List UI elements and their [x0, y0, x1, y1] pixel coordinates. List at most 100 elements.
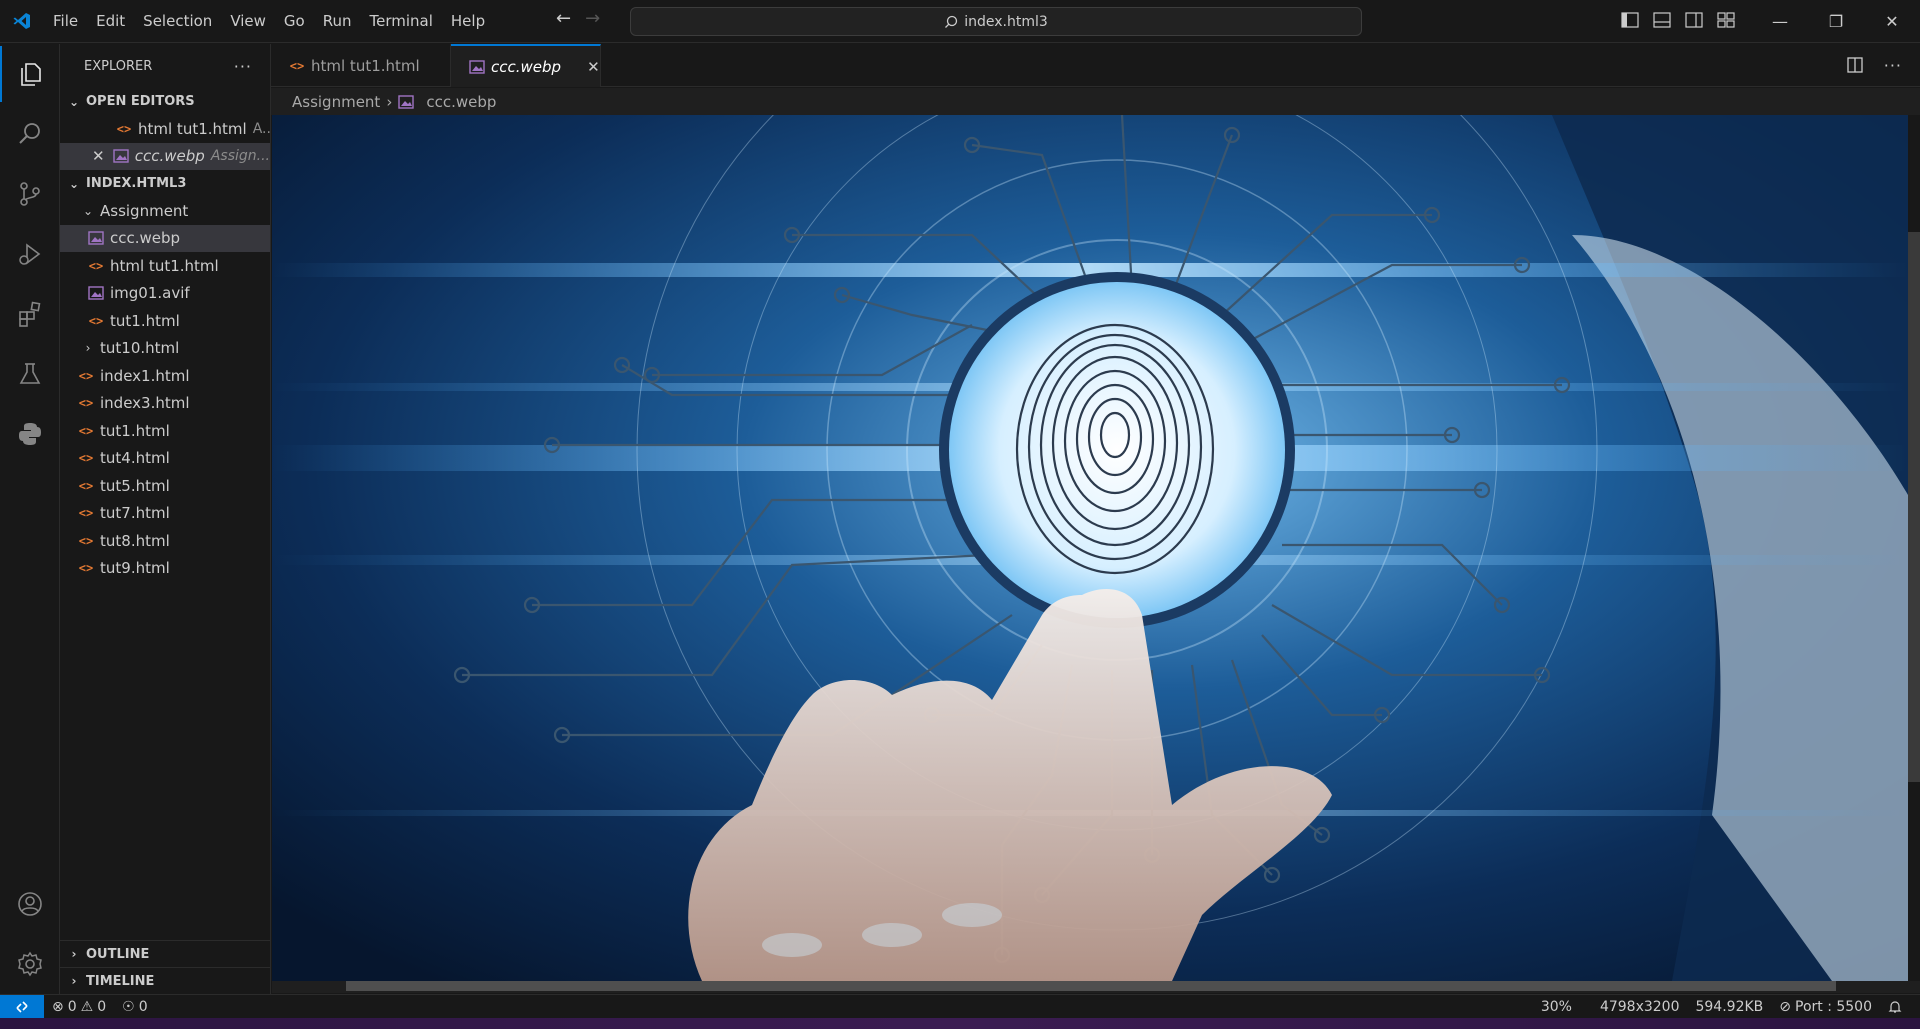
menu-run[interactable]: Run — [314, 0, 361, 43]
close-tab-icon[interactable]: ✕ — [587, 58, 600, 76]
vertical-scrollbar[interactable] — [1908, 232, 1920, 782]
html-file-icon: <> — [78, 506, 94, 521]
customize-layout-icon[interactable] — [1716, 10, 1736, 30]
activity-bar — [0, 44, 60, 994]
toggle-primary-sidebar-icon[interactable] — [1620, 10, 1640, 30]
open-editor-item-active[interactable]: ✕ ccc.webp Assign... — [60, 142, 270, 170]
ports-indicator[interactable]: ☉ 0 — [114, 999, 155, 1015]
file-item[interactable]: <> index3.html — [60, 390, 270, 418]
problems-indicator[interactable]: ⊗ 0 ⚠ 0 — [44, 999, 114, 1015]
status-bar: ⊗ 0 ⚠ 0 ☉ 0 30% 4798x3200 594.92KB ⊘ Por… — [0, 994, 1920, 1019]
command-center[interactable]: index.html3 — [630, 7, 1362, 36]
testing-icon[interactable] — [0, 346, 60, 402]
fingerprint-image — [272, 115, 1908, 981]
menu-bar: File Edit Selection View Go Run Terminal… — [44, 0, 494, 43]
vscode-logo-icon — [0, 0, 44, 43]
image-file-icon — [88, 285, 104, 301]
file-item[interactable]: img01.avif — [60, 280, 270, 308]
html-file-icon: <> — [88, 313, 104, 328]
zoom-level[interactable]: 30% — [1533, 999, 1580, 1015]
breadcrumb: Assignment › ccc.webp — [271, 88, 1920, 115]
breadcrumb-folder[interactable]: Assignment — [292, 93, 380, 111]
minimize-icon[interactable]: — — [1752, 0, 1808, 43]
accounts-icon[interactable] — [0, 876, 60, 932]
more-actions-icon[interactable]: ··· — [234, 57, 252, 76]
menu-help[interactable]: Help — [442, 0, 494, 43]
html-file-icon: <> — [78, 561, 94, 576]
outline-header[interactable]: › OUTLINE — [60, 940, 270, 967]
file-item[interactable]: <> html tut1.html — [60, 252, 270, 280]
navigation-arrows: ← → — [556, 8, 600, 29]
html-file-icon: <> — [88, 258, 104, 273]
live-server-port[interactable]: ⊘ Port : 5500 — [1771, 999, 1880, 1015]
back-arrow-icon[interactable]: ← — [556, 8, 571, 29]
timeline-header[interactable]: › TIMELINE — [60, 967, 270, 994]
file-item[interactable]: <> tut9.html — [60, 555, 270, 583]
horizontal-scrollbar[interactable] — [272, 981, 1920, 993]
restore-icon[interactable]: ❐ — [1808, 0, 1864, 43]
file-item[interactable]: <> tut1.html — [60, 417, 270, 445]
file-item[interactable]: <> index1.html — [60, 362, 270, 390]
file-item[interactable]: <> tut4.html — [60, 445, 270, 473]
image-dimensions: 4798x3200 — [1599, 999, 1680, 1015]
chevron-down-icon: ⌄ — [68, 94, 80, 109]
settings-gear-icon[interactable] — [0, 936, 60, 992]
file-item[interactable]: <> tut5.html — [60, 472, 270, 500]
image-file-icon — [113, 148, 129, 164]
layout-controls — [1620, 10, 1736, 30]
menu-selection[interactable]: Selection — [134, 0, 221, 43]
image-file-icon — [469, 59, 485, 75]
html-file-icon: <> — [78, 533, 94, 548]
split-editor-icon[interactable] — [1846, 56, 1864, 78]
run-debug-icon[interactable] — [0, 226, 60, 282]
error-icon: ⊗ — [52, 998, 64, 1015]
open-editors-header[interactable]: ⌄ OPEN EDITORS — [60, 88, 270, 115]
toggle-panel-icon[interactable] — [1652, 10, 1672, 30]
image-file-icon — [88, 230, 104, 246]
scrollbar-thumb[interactable] — [346, 981, 1836, 991]
folder-assignment[interactable]: ⌄ Assignment — [60, 197, 270, 225]
forward-arrow-icon[interactable]: → — [585, 8, 600, 29]
menu-file[interactable]: File — [44, 0, 87, 43]
workspace-header[interactable]: ⌄ INDEX.HTML3 — [60, 170, 270, 197]
search-icon — [945, 15, 958, 28]
file-item[interactable]: ccc.webp — [60, 224, 270, 252]
menu-view[interactable]: View — [221, 0, 275, 43]
html-file-icon: <> — [78, 368, 94, 383]
html-file-icon: <> — [78, 396, 94, 411]
file-item[interactable]: <> tut1.html — [60, 307, 270, 335]
editor-tabs: <> html tut1.html ccc.webp ✕ ··· — [271, 44, 1920, 87]
open-editor-item[interactable]: <> html tut1.html A... — [60, 115, 270, 143]
remote-indicator-icon[interactable] — [0, 994, 44, 1019]
command-center-label: index.html3 — [964, 13, 1048, 30]
breadcrumb-file[interactable]: ccc.webp — [426, 93, 496, 111]
folder-tut10[interactable]: › tut10.html — [60, 335, 270, 363]
chevron-right-icon: › — [386, 92, 393, 111]
close-icon[interactable]: ✕ — [1864, 0, 1920, 43]
python-icon[interactable] — [0, 406, 60, 462]
chevron-right-icon: › — [71, 974, 77, 988]
search-icon[interactable] — [0, 106, 60, 162]
no-entry-icon: ⊘ — [1779, 999, 1791, 1015]
file-item[interactable]: <> tut8.html — [60, 527, 270, 555]
menu-edit[interactable]: Edit — [87, 0, 134, 43]
menu-go[interactable]: Go — [275, 0, 314, 43]
explorer-icon[interactable] — [0, 46, 60, 102]
window-controls: — ❐ ✕ — [1752, 0, 1920, 43]
toggle-secondary-sidebar-icon[interactable] — [1684, 10, 1704, 30]
extensions-icon[interactable] — [0, 286, 60, 342]
html-file-icon: <> — [78, 451, 94, 466]
more-actions-icon[interactable]: ··· — [1884, 56, 1902, 78]
file-item[interactable]: <> tut7.html — [60, 500, 270, 528]
html-file-icon: <> — [116, 121, 132, 136]
notifications-bell-icon[interactable] — [1880, 1000, 1910, 1014]
menu-terminal[interactable]: Terminal — [361, 0, 442, 43]
image-file-icon — [398, 94, 415, 110]
tab-html-tut1[interactable]: <> html tut1.html — [271, 44, 451, 87]
chevron-right-icon: › — [85, 341, 91, 356]
source-control-icon[interactable] — [0, 166, 60, 222]
image-preview[interactable] — [272, 115, 1908, 981]
tab-ccc-webp[interactable]: ccc.webp ✕ — [451, 44, 601, 87]
broadcast-icon: ☉ — [122, 998, 135, 1015]
close-editor-icon[interactable]: ✕ — [92, 147, 109, 165]
